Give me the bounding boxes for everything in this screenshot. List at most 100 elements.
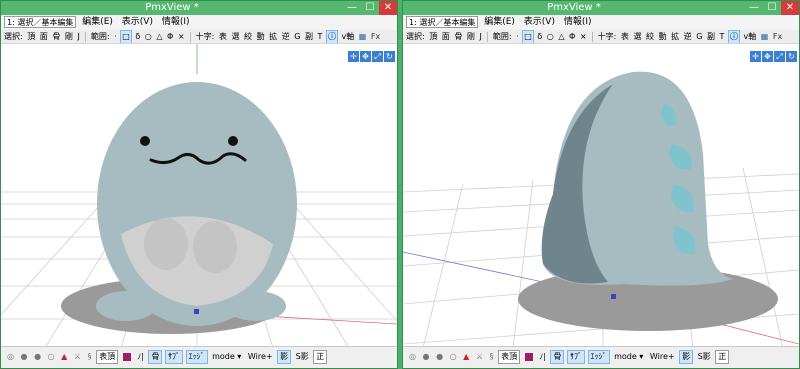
cross-scale[interactable]: 拡 <box>268 30 278 43</box>
wire-toggle[interactable]: Wire+ <box>246 347 275 367</box>
maximize-button[interactable]: ☐ <box>361 1 379 15</box>
menu-edit[interactable]: 編集(E) <box>79 15 116 30</box>
bone-sub-toggle[interactable]: ｻﾌﾞ <box>566 350 585 364</box>
select-face[interactable]: 面 <box>39 30 49 43</box>
triangle-icon[interactable]: ▲ <box>461 347 471 367</box>
cross-move[interactable]: 動 <box>256 30 266 43</box>
menu-view[interactable]: 表示(V) <box>521 15 558 30</box>
front-button[interactable]: 正 <box>313 350 328 364</box>
move-view-icon[interactable]: ✛ <box>348 51 359 62</box>
target-icon[interactable]: ◎ <box>407 347 418 367</box>
grid-icon[interactable]: ▦ <box>760 30 770 43</box>
sword-icon[interactable]: ⚔ <box>72 347 83 367</box>
minimize-button[interactable]: — <box>343 1 361 15</box>
select-joint[interactable]: J <box>76 30 80 43</box>
range-cross[interactable]: × <box>177 30 186 43</box>
axis-toggle[interactable]: v軸 <box>340 30 355 43</box>
cross-select[interactable]: 選 <box>230 30 240 43</box>
cross-expr[interactable]: 表 <box>620 30 630 43</box>
shadow-toggle[interactable]: 影 <box>679 350 694 364</box>
cross-reverse[interactable]: 逆 <box>683 30 693 43</box>
move-view-icon[interactable]: ✛ <box>750 51 761 62</box>
select-joint[interactable]: J <box>478 30 482 43</box>
triangle-icon[interactable]: ▲ <box>59 347 69 367</box>
select-face[interactable]: 面 <box>441 30 451 43</box>
bone-sub-toggle[interactable]: ｻﾌﾞ <box>164 350 183 364</box>
target-icon[interactable]: ◎ <box>5 347 16 367</box>
zoom-view-icon[interactable]: ⤢ <box>372 51 383 62</box>
select-rigid[interactable]: 剛 <box>64 30 74 43</box>
range-delta[interactable]: δ <box>134 30 141 43</box>
rotate-view-icon[interactable]: ↻ <box>384 51 395 62</box>
color-swatch[interactable] <box>524 353 533 361</box>
s-icon[interactable]: § <box>86 347 94 367</box>
viewport-3d[interactable]: ✛ ✥ ⤢ ↻ <box>1 44 397 348</box>
fx-button[interactable]: Fx <box>772 30 783 43</box>
expr-button[interactable]: 表頂 <box>96 350 119 364</box>
sshadow-toggle[interactable]: S影 <box>696 347 713 367</box>
pan-view-icon[interactable]: ✥ <box>360 51 371 62</box>
range-rect[interactable]: □ <box>522 30 534 43</box>
menu-info[interactable]: 情報(I) <box>561 15 595 30</box>
bone-toggle[interactable]: 骨 <box>550 350 565 364</box>
range-phi[interactable]: Φ <box>568 30 576 43</box>
s-icon[interactable]: § <box>488 347 496 367</box>
mode-select[interactable]: 1: 選択／基本編集 <box>4 16 77 28</box>
cross-narrow[interactable]: 絞 <box>645 30 655 43</box>
light-icon[interactable]: ● <box>19 347 30 367</box>
cross-select[interactable]: 選 <box>632 30 642 43</box>
select-bone[interactable]: 骨 <box>51 30 61 43</box>
cross-move[interactable]: 動 <box>658 30 668 43</box>
menu-view[interactable]: 表示(V) <box>119 15 156 30</box>
select-rigid[interactable]: 剛 <box>466 30 476 43</box>
sshadow-toggle[interactable]: S影 <box>294 347 311 367</box>
slash-button[interactable]: ﾉ| <box>537 347 548 367</box>
mode-dropdown[interactable]: mode ▾ <box>612 347 645 367</box>
cross-g[interactable]: G <box>695 30 703 43</box>
mode-dropdown[interactable]: mode ▾ <box>210 347 243 367</box>
cross-scale[interactable]: 拡 <box>670 30 680 43</box>
range-triangle[interactable]: △ <box>155 30 163 43</box>
expr-button[interactable]: 表頂 <box>498 350 521 364</box>
range-circle[interactable]: ○ <box>546 30 555 43</box>
fx-button[interactable]: Fx <box>370 30 381 43</box>
cross-sub[interactable]: 副 <box>304 30 314 43</box>
range-phi[interactable]: Φ <box>166 30 174 43</box>
range-delta[interactable]: δ <box>536 30 543 43</box>
range-rect[interactable]: □ <box>120 30 132 43</box>
mode-select[interactable]: 1: 選択／基本編集 <box>406 16 479 28</box>
color-swatch[interactable] <box>122 353 131 361</box>
circle-icon[interactable]: ○ <box>448 347 459 367</box>
viewport-3d[interactable]: ✛ ✥ ⤢ ↻ <box>403 44 799 348</box>
title-bar[interactable]: PmxView * — ☐ ✕ <box>403 1 799 15</box>
close-button[interactable]: ✕ <box>781 1 799 15</box>
cross-g[interactable]: G <box>293 30 301 43</box>
cross-t[interactable]: T <box>317 30 324 43</box>
maximize-button[interactable]: ☐ <box>763 1 781 15</box>
circle-icon[interactable]: ○ <box>46 347 57 367</box>
cross-expr[interactable]: 表 <box>218 30 228 43</box>
title-bar[interactable]: PmxView * — ☐ ✕ <box>1 1 397 15</box>
info-icon[interactable]: ⓘ <box>325 30 338 43</box>
range-point[interactable]: · <box>515 30 520 43</box>
sword-icon[interactable]: ⚔ <box>474 347 485 367</box>
menu-info[interactable]: 情報(I) <box>159 15 193 30</box>
range-cross[interactable]: × <box>579 30 588 43</box>
range-point[interactable]: · <box>113 30 118 43</box>
light-icon[interactable]: ● <box>421 347 432 367</box>
front-button[interactable]: 正 <box>715 350 730 364</box>
pan-view-icon[interactable]: ✥ <box>762 51 773 62</box>
slash-button[interactable]: ﾉ| <box>135 347 146 367</box>
dot-icon[interactable]: ● <box>32 347 43 367</box>
grid-icon[interactable]: ▦ <box>358 30 368 43</box>
axis-toggle[interactable]: v軸 <box>742 30 757 43</box>
edge-toggle[interactable]: ｴｯｼﾞ <box>185 350 208 364</box>
minimize-button[interactable]: — <box>745 1 763 15</box>
cross-narrow[interactable]: 絞 <box>243 30 253 43</box>
dot-icon[interactable]: ● <box>434 347 445 367</box>
select-vertex[interactable]: 頂 <box>428 30 438 43</box>
range-triangle[interactable]: △ <box>557 30 565 43</box>
cross-sub[interactable]: 副 <box>706 30 716 43</box>
close-button[interactable]: ✕ <box>379 1 397 15</box>
shadow-toggle[interactable]: 影 <box>277 350 292 364</box>
